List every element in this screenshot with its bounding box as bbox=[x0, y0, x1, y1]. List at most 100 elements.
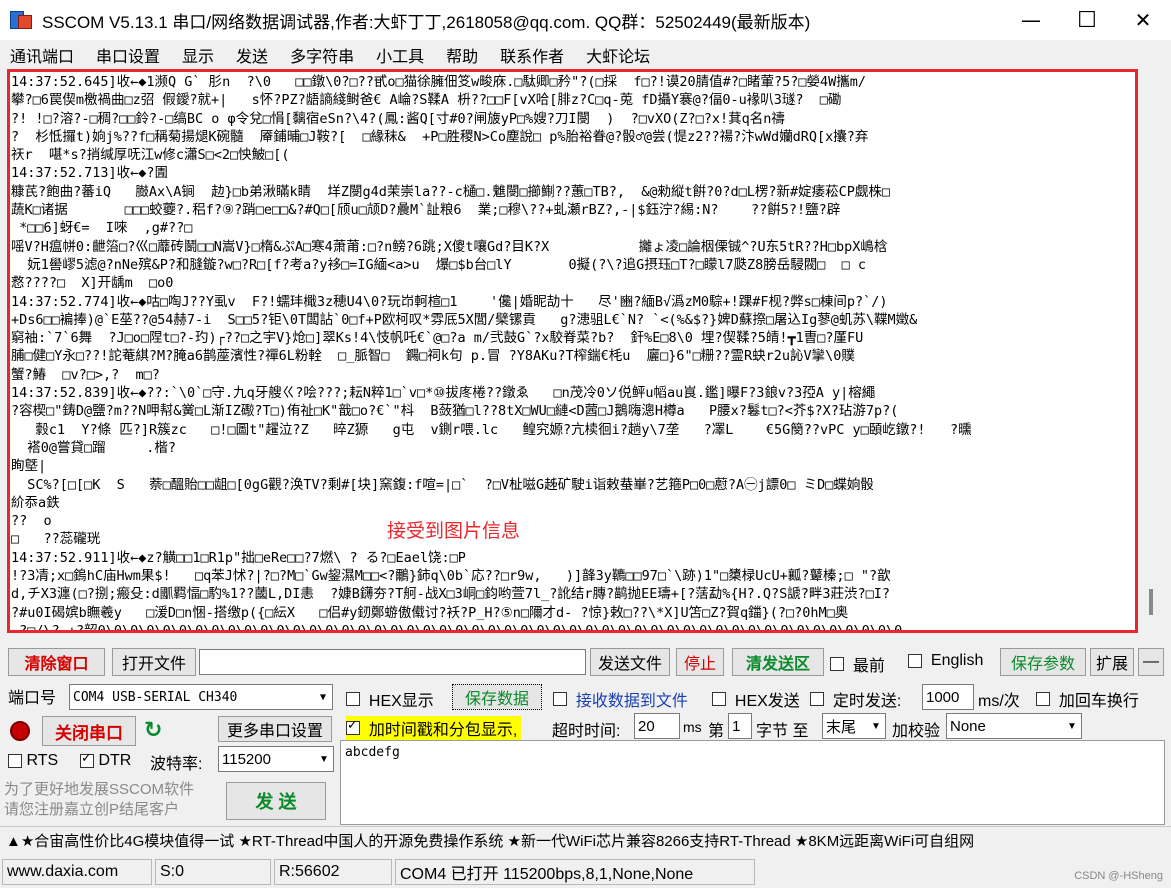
send-button[interactable]: 发 送 bbox=[226, 782, 326, 820]
byte-label-to: 字节 至 bbox=[756, 723, 809, 740]
menu-multi-string[interactable]: 多字符串 bbox=[290, 43, 354, 67]
chevron-down-icon: ▼ bbox=[871, 720, 881, 732]
port-status-indicator-icon bbox=[10, 721, 30, 741]
recv-to-file-checkbox[interactable] bbox=[553, 692, 567, 706]
hex-send-label: HEX发送 bbox=[734, 693, 800, 710]
collapse-button[interactable]: — bbox=[1138, 648, 1164, 676]
status-bar: www.daxia.com S:0 R:56602 COM4 已打开 11520… bbox=[0, 856, 1171, 888]
status-sent-count: S:0 bbox=[155, 859, 271, 885]
clear-window-button[interactable]: 清除窗口 bbox=[8, 648, 105, 676]
add-crlf-checkbox[interactable] bbox=[1036, 692, 1050, 706]
status-website[interactable]: www.daxia.com bbox=[2, 859, 152, 885]
receive-text: 14:37:52.645]收←◆1濒Q G` 肜n ?\0 □□鐓\0?□??甙… bbox=[11, 74, 972, 633]
close-button[interactable]: ✕ bbox=[1115, 0, 1171, 40]
title-bar: SSCOM V5.13.1 串口/网络数据调试器,作者:大虾丁丁,2618058… bbox=[0, 0, 1171, 40]
window-title: SSCOM V5.13.1 串口/网络数据调试器,作者:大虾丁丁,2618058… bbox=[42, 12, 811, 32]
open-file-button[interactable]: 打开文件 bbox=[112, 648, 196, 676]
menu-forum[interactable]: 大虾论坛 bbox=[586, 43, 650, 67]
dtr-option[interactable]: DTR bbox=[80, 751, 132, 770]
close-port-button[interactable]: 关闭串口 bbox=[42, 716, 136, 746]
baud-select[interactable]: 115200 ▼ bbox=[218, 746, 334, 772]
save-data-button[interactable]: 保存数据 bbox=[452, 684, 542, 710]
refresh-icon[interactable]: ↻ bbox=[144, 718, 162, 743]
timeout-unit: ms bbox=[683, 719, 702, 735]
rts-label: RTS bbox=[26, 752, 59, 769]
menu-display[interactable]: 显示 bbox=[182, 43, 214, 67]
english-option[interactable]: English bbox=[908, 652, 983, 670]
checksum-select[interactable]: None ▼ bbox=[946, 713, 1082, 739]
checksum-label: 加校验 bbox=[892, 723, 941, 740]
send-text-area[interactable]: abcdefg bbox=[340, 740, 1165, 825]
rts-checkbox[interactable] bbox=[8, 754, 22, 768]
hex-send-checkbox[interactable] bbox=[712, 692, 726, 706]
menu-comm-port[interactable]: 通讯端口 bbox=[10, 43, 74, 67]
timed-unit: ms/次 bbox=[978, 693, 1020, 710]
recv-to-file-option[interactable]: 接收数据到文件 bbox=[553, 687, 688, 711]
minimize-button[interactable]: — bbox=[1003, 0, 1059, 40]
file-path-input[interactable] bbox=[199, 649, 586, 675]
topmost-option[interactable]: 最前 bbox=[830, 652, 885, 676]
hex-display-checkbox[interactable] bbox=[346, 692, 360, 706]
scrollbar-thumb[interactable] bbox=[1149, 589, 1153, 615]
hex-send-option[interactable]: HEX发送 bbox=[712, 687, 800, 711]
image-info-note: 接受到图片信息 bbox=[385, 516, 523, 543]
hex-display-option[interactable]: HEX显示 bbox=[346, 687, 434, 711]
checksum-value: None bbox=[950, 717, 986, 735]
send-file-button[interactable]: 发送文件 bbox=[590, 648, 670, 676]
english-checkbox[interactable] bbox=[908, 654, 922, 668]
recv-to-file-label: 接收数据到文件 bbox=[575, 693, 688, 710]
baud-value: 115200 bbox=[222, 750, 271, 768]
status-received-count: R:56602 bbox=[274, 859, 392, 885]
english-label: English bbox=[930, 652, 984, 669]
toolbar: 清除窗口 打开文件 发送文件 停止 清发送区 最前 English 保存参数 扩… bbox=[0, 646, 1171, 678]
timeout-input[interactable]: 20 bbox=[634, 713, 680, 739]
watermark: CSDN @-HSheng bbox=[1074, 870, 1163, 882]
menu-send[interactable]: 发送 bbox=[236, 43, 268, 67]
menu-tools[interactable]: 小工具 bbox=[376, 43, 424, 67]
receive-area[interactable]: 14:37:52.645]收←◆1濒Q G` 肜n ?\0 □□鐓\0?□??甙… bbox=[7, 69, 1138, 633]
hex-display-label: HEX显示 bbox=[368, 693, 434, 710]
add-crlf-label: 加回车换行 bbox=[1058, 693, 1139, 710]
byte-end-value: 末尾 bbox=[826, 718, 857, 736]
dtr-label: DTR bbox=[98, 752, 132, 769]
save-params-button[interactable]: 保存参数 bbox=[1000, 648, 1086, 676]
timestamp-checkbox[interactable] bbox=[346, 718, 360, 735]
chevron-down-icon: ▼ bbox=[1067, 720, 1077, 732]
timed-interval-input[interactable]: 1000 bbox=[922, 684, 974, 710]
receive-scrollbar[interactable] bbox=[1142, 69, 1162, 633]
more-serial-settings-button[interactable]: 更多串口设置 bbox=[218, 716, 332, 742]
timed-send-label: 定时发送: bbox=[832, 693, 902, 710]
port-select[interactable]: COM4 USB-SERIAL CH340 ▼ bbox=[69, 684, 333, 710]
app-icon bbox=[10, 9, 34, 31]
menu-contact-author[interactable]: 联系作者 bbox=[500, 43, 564, 67]
topmost-label: 最前 bbox=[852, 658, 885, 675]
byte-end-select[interactable]: 末尾 ▼ bbox=[822, 713, 886, 739]
rts-option[interactable]: RTS bbox=[8, 752, 58, 770]
clear-send-button[interactable]: 清发送区 bbox=[732, 648, 824, 676]
expand-button[interactable]: 扩展 bbox=[1090, 648, 1134, 676]
topmost-checkbox[interactable] bbox=[830, 657, 844, 671]
menu-help[interactable]: 帮助 bbox=[446, 43, 478, 67]
chevron-down-icon: ▼ bbox=[319, 753, 329, 765]
maximize-button[interactable]: ☐ bbox=[1059, 0, 1115, 40]
promo-line-2: 请您注册嘉立创P结尾客户 bbox=[4, 801, 180, 818]
stop-button[interactable]: 停止 bbox=[676, 648, 724, 676]
add-crlf-option[interactable]: 加回车换行 bbox=[1036, 687, 1139, 711]
timed-send-option[interactable]: 定时发送: bbox=[810, 687, 901, 711]
status-port-info: COM4 已打开 115200bps,8,1,None,None bbox=[395, 859, 755, 885]
menu-serial-settings[interactable]: 串口设置 bbox=[96, 43, 160, 67]
timeout-label: 超时时间: bbox=[552, 723, 621, 740]
port-value: COM4 USB-SERIAL CH340 bbox=[73, 689, 238, 705]
byte-start-input[interactable]: 1 bbox=[728, 713, 752, 739]
byte-label-start: 第 bbox=[708, 723, 725, 740]
timestamp-option[interactable]: 加时间戳和分包显示, bbox=[346, 716, 522, 740]
dtr-checkbox[interactable] bbox=[80, 751, 94, 768]
baud-label: 波特率: bbox=[150, 756, 203, 773]
promo-bar[interactable]: ▲★合宙高性价比4G模块值得一试 ★RT-Thread中国人的开源免费操作系统 … bbox=[0, 826, 1171, 854]
send-text: abcdefg bbox=[345, 745, 400, 760]
promo-line-1: 为了更好地发展SSCOM软件 bbox=[4, 781, 195, 798]
timestamp-label: 加时间戳和分包显示, bbox=[368, 722, 518, 739]
timed-send-checkbox[interactable] bbox=[810, 692, 824, 706]
menu-bar: 通讯端口 串口设置 显示 发送 多字符串 小工具 帮助 联系作者 大虾论坛 bbox=[0, 40, 1171, 70]
port-label: 端口号 bbox=[8, 690, 57, 707]
